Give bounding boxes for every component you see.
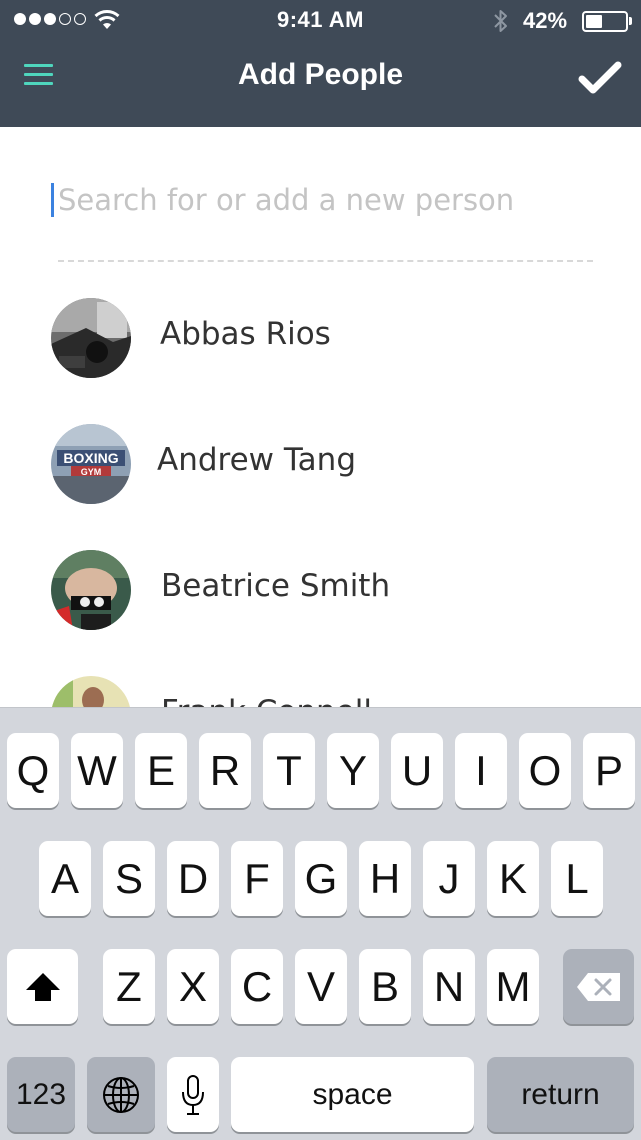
key-h[interactable]: H [359, 841, 411, 916]
person-name: Abbas Rios [160, 316, 331, 352]
shift-key[interactable] [7, 949, 78, 1024]
delete-key[interactable] [563, 949, 634, 1024]
key-p[interactable]: P [583, 733, 635, 808]
avatar [51, 550, 131, 630]
text-cursor [51, 183, 54, 217]
nav-header: 9:41 AM 42% Add People [0, 0, 641, 127]
key-z[interactable]: Z [103, 949, 155, 1024]
key-n[interactable]: N [423, 949, 475, 1024]
list-item-person[interactable]: BOXING GYM Andrew Tang [0, 416, 641, 526]
key-g[interactable]: G [295, 841, 347, 916]
key-r[interactable]: R [199, 733, 251, 808]
checkmark-icon[interactable] [578, 60, 622, 96]
shift-icon [25, 972, 60, 1001]
space-key[interactable]: space [231, 1057, 474, 1132]
key-f[interactable]: F [231, 841, 283, 916]
avatar [51, 298, 131, 378]
avatar: BOXING GYM [51, 424, 131, 504]
key-m[interactable]: M [487, 949, 539, 1024]
person-name: Andrew Tang [157, 442, 357, 478]
key-a[interactable]: A [39, 841, 91, 916]
key-k[interactable]: K [487, 841, 539, 916]
list-item-person[interactable]: Beatrice Smith [0, 542, 641, 652]
key-t[interactable]: T [263, 733, 315, 808]
key-l[interactable]: L [551, 841, 603, 916]
microphone-key[interactable] [167, 1057, 219, 1132]
key-q[interactable]: Q [7, 733, 59, 808]
microphone-icon [182, 1074, 204, 1115]
search-field-container [50, 175, 595, 225]
key-j[interactable]: J [423, 841, 475, 916]
key-d[interactable]: D [167, 841, 219, 916]
status-bar: 9:41 AM 42% [0, 0, 641, 42]
avatar-logo-subtext: GYM [81, 467, 102, 477]
numbers-key[interactable]: 123 [7, 1057, 75, 1132]
keyboard: Q W E R T Y U I O P A S D F G H J K L Z … [0, 707, 641, 1140]
key-o[interactable]: O [519, 733, 571, 808]
key-b[interactable]: B [359, 949, 411, 1024]
person-name: Beatrice Smith [161, 568, 391, 604]
search-divider [58, 260, 593, 262]
battery-icon [582, 11, 628, 32]
bluetooth-icon [494, 10, 507, 32]
page-title: Add People [237, 58, 403, 91]
key-e[interactable]: E [135, 733, 187, 808]
key-s[interactable]: S [103, 841, 155, 916]
key-i[interactable]: I [455, 733, 507, 808]
return-key[interactable]: return [487, 1057, 634, 1132]
key-x[interactable]: X [167, 949, 219, 1024]
avatar-logo-text: BOXING [63, 450, 118, 466]
globe-key[interactable] [87, 1057, 155, 1132]
key-c[interactable]: C [231, 949, 283, 1024]
battery-level-fill [586, 15, 602, 28]
key-y[interactable]: Y [327, 733, 379, 808]
key-u[interactable]: U [391, 733, 443, 808]
delete-icon [576, 972, 620, 1001]
list-item-person[interactable]: Abbas Rios [0, 290, 641, 400]
key-v[interactable]: V [295, 949, 347, 1024]
globe-icon [103, 1076, 139, 1113]
search-input[interactable] [58, 175, 593, 225]
key-w[interactable]: W [71, 733, 123, 808]
battery-percentage: 42% [523, 8, 568, 33]
